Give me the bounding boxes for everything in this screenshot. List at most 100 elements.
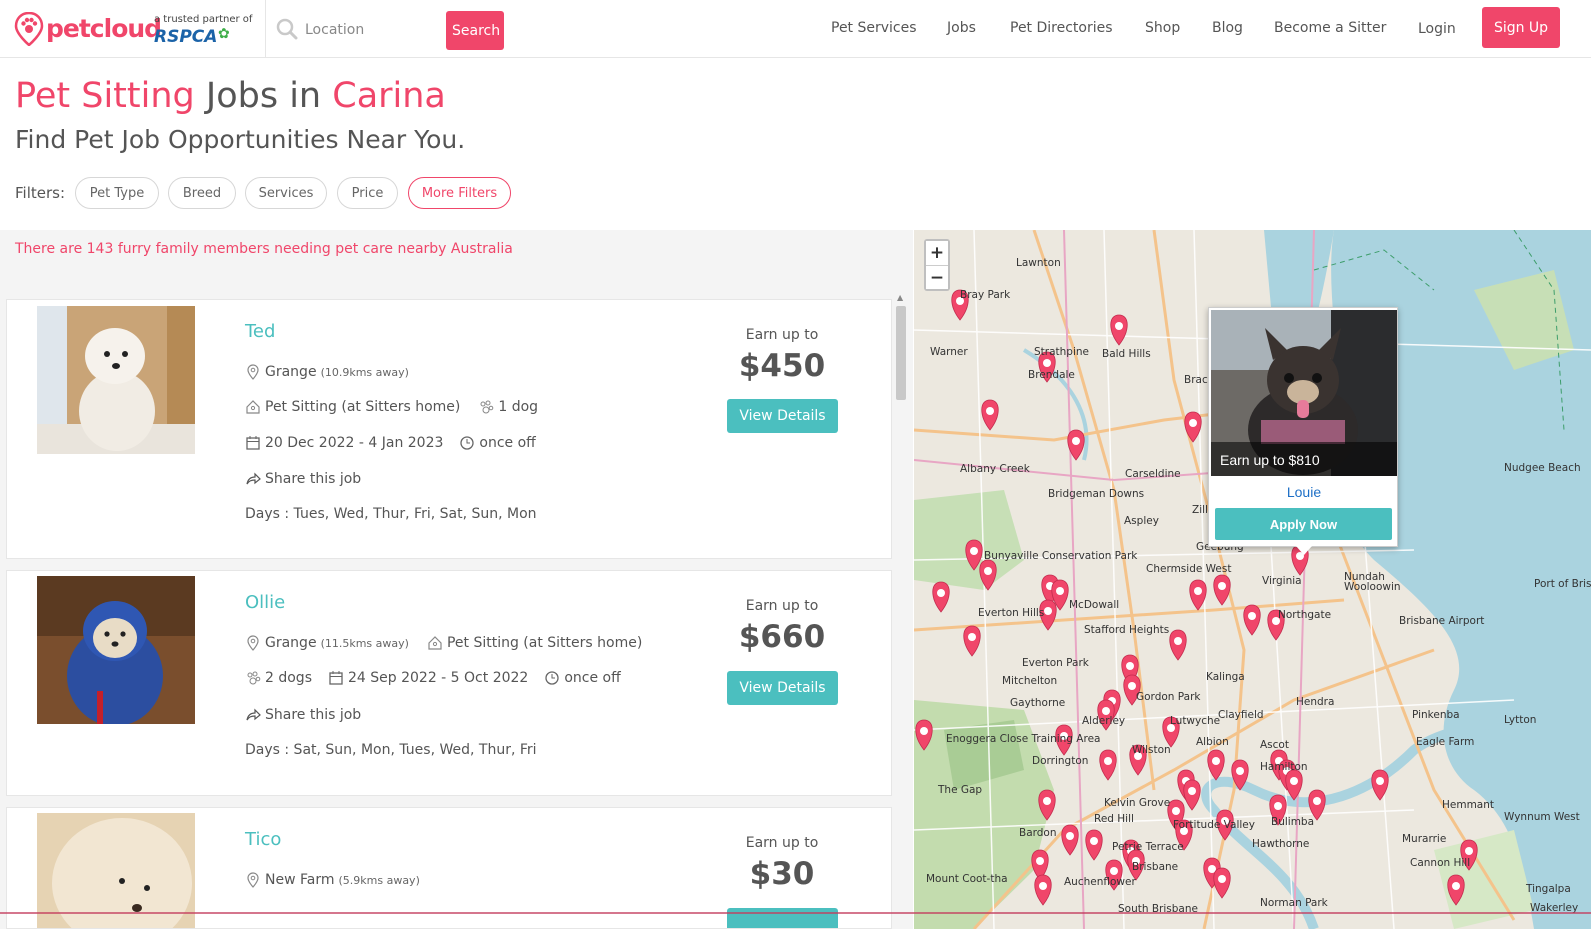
earn-label: Earn up to xyxy=(745,598,819,614)
map-label: Strathpine xyxy=(1034,346,1089,358)
map-label: Gaythorne xyxy=(1010,697,1065,709)
earn-label: Earn up to xyxy=(745,835,819,851)
pet-photo[interactable] xyxy=(37,306,195,454)
share-job-link[interactable]: Share this job xyxy=(245,471,361,487)
popup-pet-name[interactable]: Louie xyxy=(1209,484,1399,500)
title-service: Pet Sitting xyxy=(15,76,195,116)
map-label: The Gap xyxy=(937,784,982,796)
petcloud-logo[interactable]: petcloud xyxy=(14,12,162,48)
nav-pet-services[interactable]: Pet Services xyxy=(831,20,917,36)
map-pin-dot xyxy=(1376,777,1384,785)
map-label: Red Hill xyxy=(1094,813,1134,825)
earn-label: Earn up to xyxy=(745,327,819,343)
map-popup: Earn up to $810 Louie Apply Now xyxy=(1208,307,1398,547)
job-frequency: once off xyxy=(564,670,621,686)
map-pin-dot xyxy=(1115,322,1123,330)
map-label: Lytton xyxy=(1504,714,1536,726)
map-label: Mount Coot-tha xyxy=(926,873,1008,885)
page-bottom-edge xyxy=(0,912,1591,914)
filter-pet-type[interactable]: Pet Type xyxy=(75,177,159,209)
nav-become-a-sitter[interactable]: Become a Sitter xyxy=(1274,20,1386,36)
map-label: Chermside West xyxy=(1146,563,1231,575)
zoom-out-button[interactable]: − xyxy=(926,265,948,289)
map-label: Gordon Park xyxy=(1136,691,1201,703)
map-label: Hamilton xyxy=(1260,761,1308,773)
map-pin-dot xyxy=(937,589,945,597)
pet-name[interactable]: Tico xyxy=(245,829,281,850)
partner-text: a trusted partner of xyxy=(154,14,253,25)
filter-more-filters[interactable]: More Filters xyxy=(408,177,511,209)
job-card: Ted Grange (10.9kms away) Pet Sitting (a… xyxy=(6,299,892,559)
scroll-up-icon[interactable]: ▲ xyxy=(897,293,903,302)
title-middle: Jobs in xyxy=(194,76,333,116)
map-pin-dot xyxy=(1066,832,1074,840)
sign-up-button[interactable]: Sign Up xyxy=(1482,7,1560,48)
map-pin-dot xyxy=(1174,637,1182,645)
map-pin-dot xyxy=(920,727,928,735)
map-label: Carseldine xyxy=(1125,468,1181,480)
pet-name[interactable]: Ted xyxy=(245,321,275,342)
map-label: Bridgeman Downs xyxy=(1048,488,1144,500)
map-label: Nudgee Beach xyxy=(1504,462,1581,474)
job-distance: (5.9kms away) xyxy=(338,873,420,887)
zoom-in-button[interactable]: + xyxy=(926,241,948,265)
map-pin-dot xyxy=(1236,767,1244,775)
house-icon xyxy=(428,636,442,650)
map-label: Kelvin Grove xyxy=(1104,797,1170,809)
map-label: Kalinga xyxy=(1206,671,1245,683)
share-job-link[interactable]: Share this job xyxy=(245,707,361,723)
nav-shop[interactable]: Shop xyxy=(1145,20,1180,36)
map-label: Petrie Terrace xyxy=(1112,841,1184,853)
house-icon xyxy=(246,400,260,414)
job-pets: 2 dogs xyxy=(265,670,312,686)
map-pin-dot xyxy=(1248,612,1256,620)
map-pin-dot xyxy=(1194,587,1202,595)
location-input[interactable] xyxy=(303,16,437,44)
share-icon xyxy=(246,708,261,721)
nav-jobs[interactable]: Jobs xyxy=(947,20,976,36)
filter-breed[interactable]: Breed xyxy=(168,177,236,209)
map-pin-dot xyxy=(1188,787,1196,795)
job-service: Pet Sitting (at Sitters home) xyxy=(265,399,461,415)
map-label: Northgate xyxy=(1278,609,1331,621)
map-label: Stafford Heights xyxy=(1084,624,1169,636)
map-label: Lutwyche xyxy=(1170,715,1220,727)
job-days: Days : Sat, Sun, Mon, Tues, Wed, Thur, F… xyxy=(245,742,537,758)
map-label: Everton Hills xyxy=(978,607,1044,619)
pet-name[interactable]: Ollie xyxy=(245,592,285,613)
calendar-icon xyxy=(329,671,343,685)
view-details-button[interactable]: View Details xyxy=(727,399,838,433)
map-pin-dot xyxy=(1189,419,1197,427)
page-title: Pet Sitting Jobs in Carina xyxy=(15,76,446,116)
map-pin-dot xyxy=(1172,807,1180,815)
filter-services[interactable]: Services xyxy=(245,177,327,209)
map-pin-dot xyxy=(1128,682,1136,690)
search-button[interactable]: Search xyxy=(446,11,504,50)
search-icon xyxy=(276,18,298,40)
map-zoom-control: + − xyxy=(924,239,950,291)
nav-login[interactable]: Login xyxy=(1418,21,1456,37)
map-label: Alderley xyxy=(1082,715,1125,727)
map-pin-dot xyxy=(984,567,992,575)
map-label: Eagle Farm xyxy=(1416,736,1474,748)
nav-pet-directories[interactable]: Pet Directories xyxy=(1010,20,1113,36)
results-scrollbar[interactable]: ▲ xyxy=(894,290,908,929)
filter-price[interactable]: Price xyxy=(337,177,398,209)
map-pin-dot xyxy=(1465,847,1473,855)
popup-pointer xyxy=(1296,546,1312,555)
job-dates: 20 Dec 2022 - 4 Jan 2023 xyxy=(265,435,444,451)
apply-now-button[interactable]: Apply Now xyxy=(1215,508,1392,540)
map-label: Enoggera Close Training Area xyxy=(946,733,1100,745)
pet-photo[interactable] xyxy=(37,576,195,724)
map-label: Port of Brisbane xyxy=(1534,578,1591,590)
view-details-button[interactable]: View Details xyxy=(727,671,838,705)
map-pin-dot xyxy=(1043,359,1051,367)
results-notice: There are 143 furry family members needi… xyxy=(15,241,513,257)
map-label: Murarrie xyxy=(1402,833,1446,845)
nav-blog[interactable]: Blog xyxy=(1212,20,1243,36)
job-service: Pet Sitting (at Sitters home) xyxy=(446,635,643,651)
share-text: Share this job xyxy=(265,471,362,487)
map-label: Brendale xyxy=(1028,369,1075,381)
scrollbar-thumb[interactable] xyxy=(896,306,906,400)
map-pin-dot xyxy=(968,633,976,641)
